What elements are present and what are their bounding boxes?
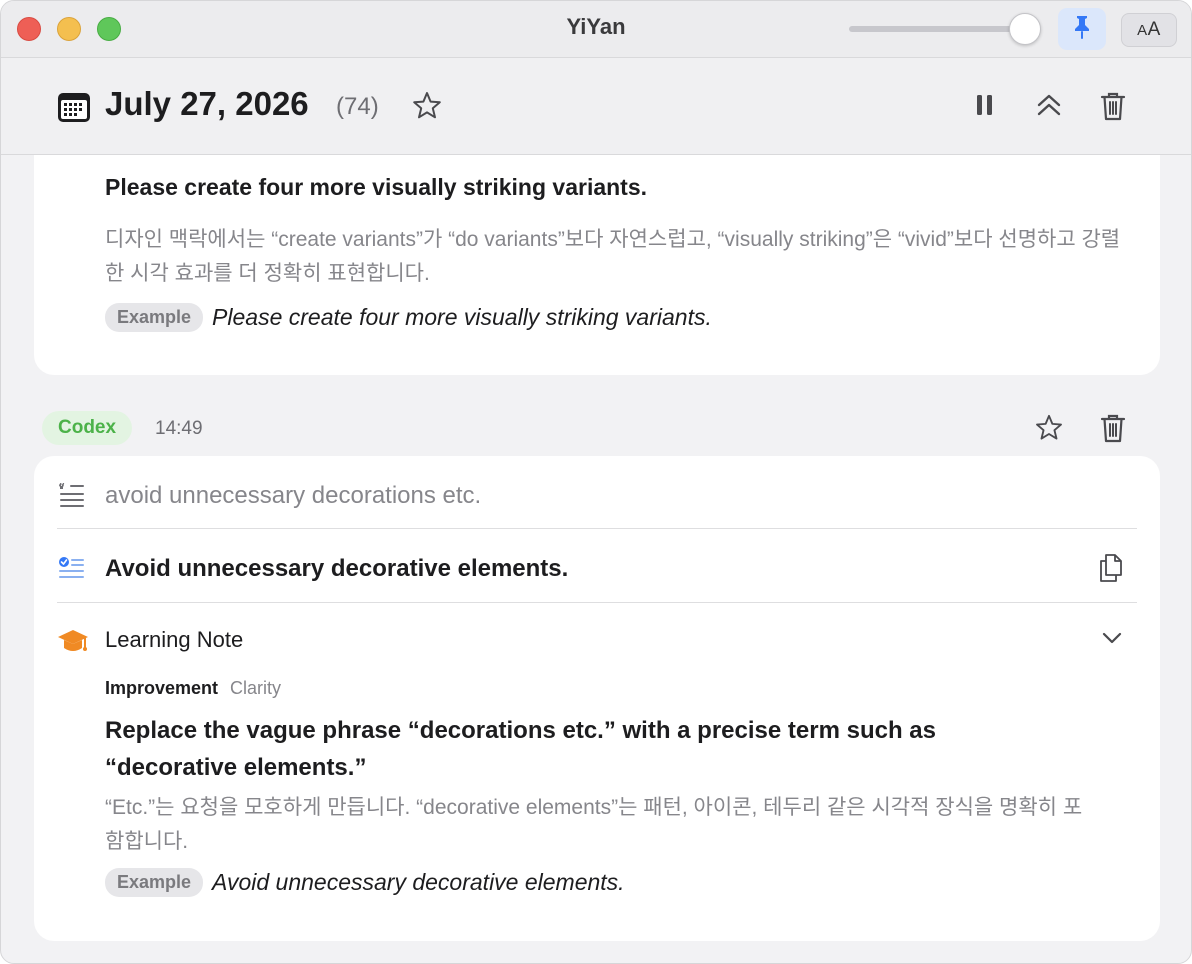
collapse-up-icon[interactable] — [1035, 91, 1063, 124]
title-bar: YiYan AA — [1, 1, 1191, 58]
example-row: Example Avoid unnecessary decorative ele… — [105, 868, 625, 897]
note-headline: Replace the vague phrase “decorations et… — [105, 717, 936, 781]
example-text: Please create four more visually strikin… — [212, 304, 712, 330]
example-text: Avoid unnecessary decorative elements. — [212, 869, 625, 895]
copy-icon[interactable] — [1097, 553, 1125, 588]
improvement-label: Improvement Clarity — [105, 678, 281, 699]
calendar-icon — [57, 91, 91, 128]
example-row: Example Please create four more visually… — [105, 303, 712, 332]
original-text: avoid unnecessary decorations etc. — [105, 482, 482, 509]
checklist-icon — [58, 556, 86, 585]
entry-card: “ avoid unnecessary decorations etc. Avo… — [34, 456, 1160, 941]
text-size-button[interactable]: AA — [1121, 13, 1177, 47]
original-text-row: “ avoid unnecessary decorations etc. — [34, 456, 1160, 528]
quote-icon: “ — [58, 481, 86, 512]
app-window: YiYan AA July 27, 2026 (74) Please creat… — [0, 0, 1192, 964]
corrected-text: Avoid unnecessary decorative elements. — [105, 555, 569, 582]
trash-icon[interactable] — [1100, 413, 1126, 448]
entry-heading: Please create four more visually strikin… — [105, 174, 648, 200]
example-badge: Example — [105, 303, 204, 332]
improvement-type: Improvement — [105, 678, 219, 698]
entry-explanation: 디자인 맥락에서는 “create variants”가 “do variant… — [105, 228, 1121, 285]
opacity-slider-track[interactable] — [849, 26, 1025, 32]
improvement-category: Clarity — [230, 678, 282, 698]
graduation-cap-icon — [56, 627, 90, 662]
text-size-small-a: A — [1137, 21, 1148, 39]
chevron-down-icon[interactable] — [1101, 631, 1123, 650]
entry-time: 14:49 — [155, 418, 203, 439]
entry-count: (74) — [336, 93, 379, 120]
entry-meta-row: Codex 14:49 — [1, 409, 1191, 449]
star-icon[interactable] — [1034, 413, 1064, 448]
corrected-text-row: Avoid unnecessary decorative elements. — [34, 529, 1160, 602]
opacity-slider-thumb[interactable] — [1009, 13, 1041, 45]
date-title: July 27, 2026 — [105, 85, 309, 122]
pause-icon[interactable] — [976, 94, 994, 121]
svg-text:“: “ — [58, 483, 65, 494]
example-badge: Example — [105, 868, 204, 897]
trash-icon[interactable] — [1100, 91, 1126, 126]
entry-card: Please create four more visually strikin… — [34, 155, 1160, 375]
learning-note-title: Learning Note — [105, 627, 244, 652]
note-explanation: “Etc.”는 요청을 모호하게 만듭니다. “decorative eleme… — [105, 796, 1083, 853]
star-icon[interactable] — [411, 90, 443, 127]
pin-button[interactable] — [1058, 8, 1106, 50]
text-size-big-a: A — [1147, 19, 1161, 40]
learning-note: Learning Note Improvement Clarity Replace… — [34, 603, 1160, 941]
date-header: July 27, 2026 (74) — [1, 58, 1191, 155]
pin-icon — [1071, 14, 1093, 45]
source-badge: Codex — [42, 411, 133, 445]
